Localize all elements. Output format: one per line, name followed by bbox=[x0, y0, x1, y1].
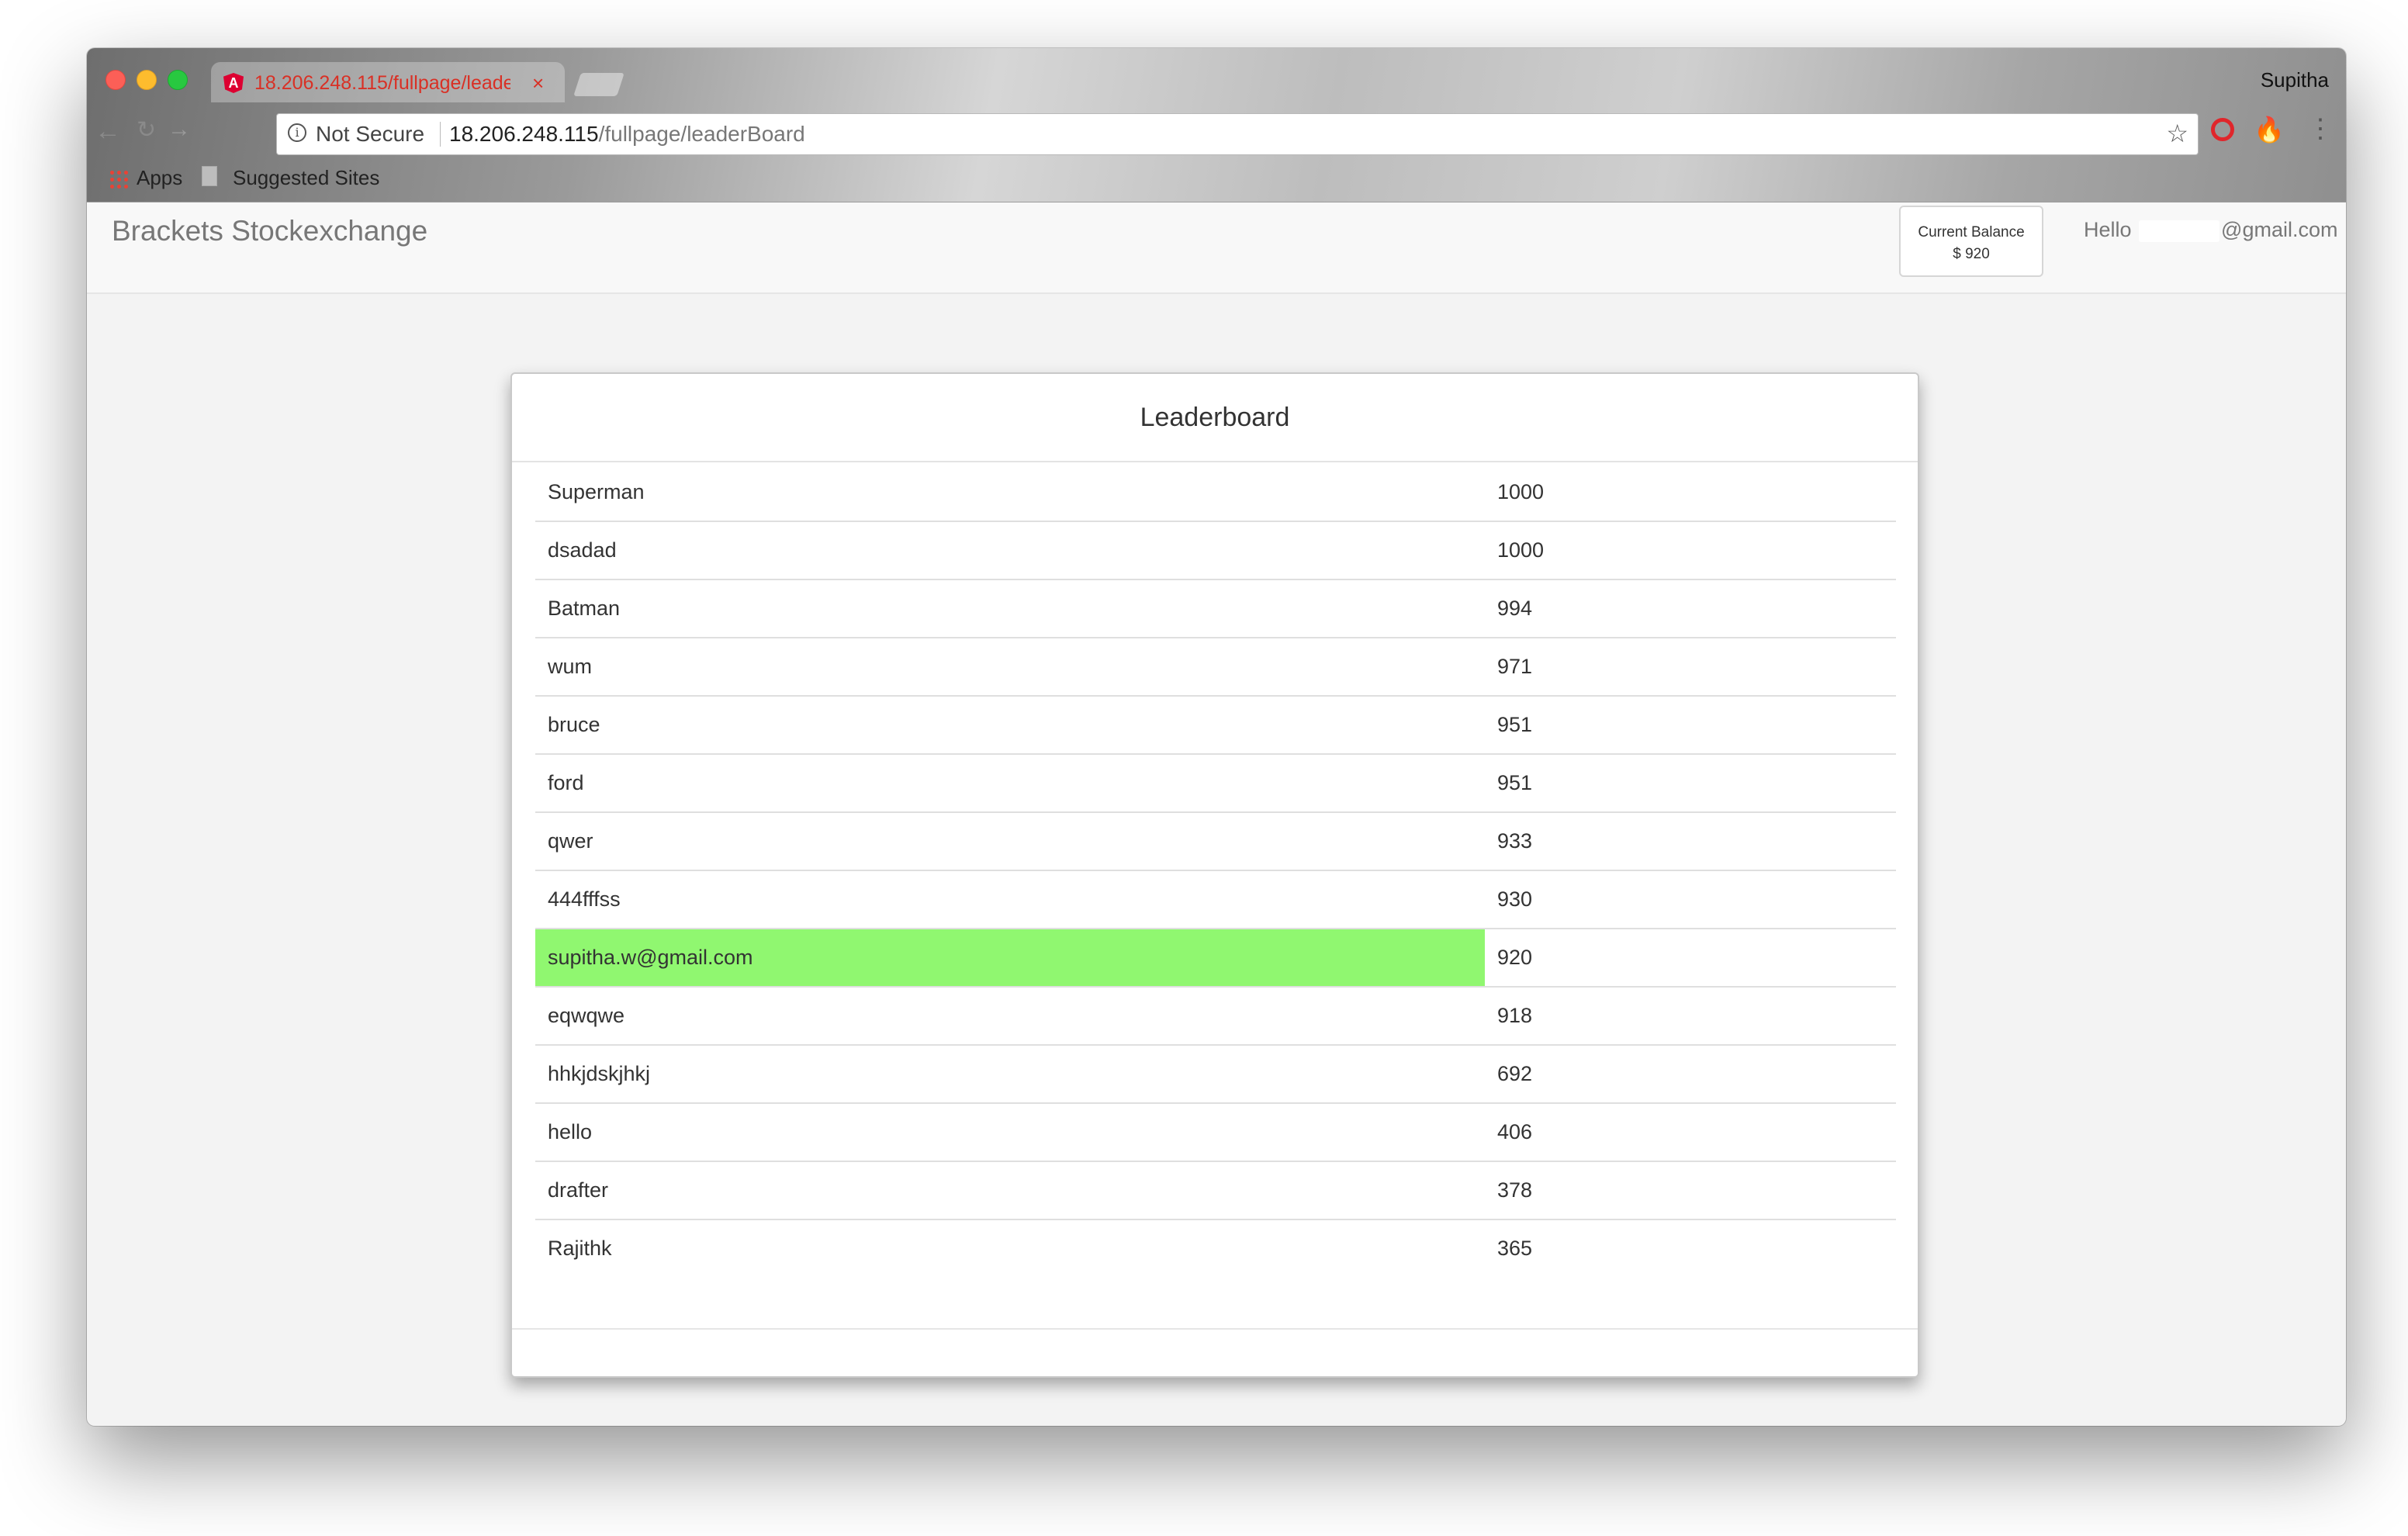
address-bar[interactable]: i Not Secure 18.206.248.115/fullpage/lea… bbox=[276, 113, 2199, 155]
table-row: 444fffss 930 bbox=[535, 871, 1896, 929]
kebab-menu-icon[interactable]: ⋮ bbox=[2307, 113, 2334, 144]
player-name: 444fffss bbox=[548, 887, 621, 911]
table-row: bruce 951 bbox=[535, 697, 1896, 755]
player-name: Rajithk bbox=[548, 1237, 612, 1260]
tab-title: 18.206.248.115/fullpage/leade bbox=[254, 72, 510, 94]
page-icon bbox=[202, 166, 217, 186]
player-name: supitha.w@gmail.com bbox=[535, 929, 1485, 986]
table-row: Rajithk 365 bbox=[535, 1220, 1896, 1277]
player-score: 918 bbox=[1497, 1004, 1533, 1027]
bookmark-apps[interactable]: Apps bbox=[137, 166, 182, 190]
leaderboard-card: Leaderboard Superman 1000 dsadad 1000 Batm… bbox=[510, 372, 1919, 1378]
player-score: 920 bbox=[1497, 946, 1533, 969]
minimize-window-button[interactable] bbox=[137, 70, 157, 90]
url-path: /fullpage/leaderBoard bbox=[598, 122, 805, 146]
table-row: hello 406 bbox=[535, 1104, 1896, 1162]
player-score: 692 bbox=[1497, 1062, 1533, 1085]
table-row: hhkjdskjhkj 692 bbox=[535, 1046, 1896, 1104]
app-navbar: Brackets Stockexchange Current Balance $… bbox=[87, 202, 2346, 294]
player-score: 365 bbox=[1497, 1237, 1533, 1260]
angular-icon: A bbox=[223, 73, 244, 93]
leaderboard-title: Leaderboard bbox=[512, 374, 1918, 462]
player-score: 1000 bbox=[1497, 538, 1545, 562]
player-score: 951 bbox=[1497, 771, 1533, 794]
player-score: 930 bbox=[1497, 887, 1533, 911]
player-score: 951 bbox=[1497, 713, 1533, 736]
table-row: Superman 1000 bbox=[535, 464, 1896, 522]
brand-title[interactable]: Brackets Stockexchange bbox=[112, 215, 427, 247]
security-label: Not Secure bbox=[316, 122, 425, 146]
player-name: Batman bbox=[548, 597, 621, 620]
player-name: hello bbox=[548, 1120, 593, 1143]
redacted-username bbox=[2139, 220, 2220, 242]
omnibox-divider bbox=[440, 122, 441, 147]
leaderboard-table: Superman 1000 dsadad 1000 Batman 994 wum 971… bbox=[535, 464, 1896, 1277]
back-arrow-icon[interactable]: ← bbox=[95, 116, 121, 147]
player-name: drafter bbox=[548, 1178, 609, 1202]
bookmark-suggested-sites[interactable]: Suggested Sites bbox=[233, 166, 379, 190]
player-name: Superman bbox=[548, 480, 645, 503]
fire-extension-icon[interactable]: 🔥 bbox=[2254, 115, 2285, 144]
hello-prefix: Hello bbox=[2084, 218, 2132, 241]
table-row: dsadad 1000 bbox=[535, 522, 1896, 580]
player-name: qwer bbox=[548, 829, 593, 853]
apps-grid-icon bbox=[109, 169, 129, 189]
table-row: qwer 933 bbox=[535, 813, 1896, 871]
current-balance-box: Current Balance $ 920 bbox=[1899, 206, 2043, 277]
close-window-button[interactable] bbox=[106, 70, 126, 90]
player-score: 1000 bbox=[1497, 480, 1545, 503]
opera-extension-icon[interactable] bbox=[2211, 118, 2234, 141]
table-row: Batman 994 bbox=[535, 580, 1896, 638]
player-score: 406 bbox=[1497, 1120, 1533, 1143]
player-score: 933 bbox=[1497, 829, 1533, 853]
maximize-window-button[interactable] bbox=[168, 70, 188, 90]
player-name: ford bbox=[548, 771, 584, 794]
table-row: eqwqwe 918 bbox=[535, 988, 1896, 1046]
player-name: bruce bbox=[548, 713, 600, 736]
player-name: hhkjdskjhkj bbox=[548, 1062, 651, 1085]
balance-label: Current Balance bbox=[1918, 224, 2025, 240]
player-score: 971 bbox=[1497, 655, 1533, 678]
balance-value: $ 920 bbox=[1953, 246, 1990, 262]
browser-tab[interactable]: A 18.206.248.115/fullpage/leade × bbox=[211, 62, 565, 102]
tab-close-icon[interactable]: × bbox=[532, 71, 544, 95]
user-greeting: Hello @gmail.com bbox=[2084, 218, 2338, 242]
table-row: ford 951 bbox=[535, 755, 1896, 813]
bookmark-star-icon[interactable]: ☆ bbox=[2166, 119, 2188, 148]
player-name: eqwqwe bbox=[548, 1004, 625, 1027]
email-suffix: @gmail.com bbox=[2221, 218, 2338, 241]
url-host: 18.206.248.115 bbox=[449, 122, 599, 146]
reload-icon[interactable]: ↻ bbox=[137, 116, 156, 144]
url-text[interactable]: 18.206.248.115/fullpage/leaderBoard bbox=[449, 122, 805, 147]
player-name: dsadad bbox=[548, 538, 617, 562]
table-row: drafter 378 bbox=[535, 1162, 1896, 1220]
info-icon[interactable]: i bbox=[288, 123, 306, 142]
profile-name[interactable]: Supitha bbox=[2261, 68, 2329, 92]
browser-window: A 18.206.248.115/fullpage/leade × Supith… bbox=[87, 48, 2346, 1426]
table-row-current-user: supitha.w@gmail.com 920 bbox=[535, 929, 1896, 988]
card-footer-divider bbox=[512, 1328, 1918, 1330]
player-score: 994 bbox=[1497, 597, 1533, 620]
player-name: wum bbox=[548, 655, 593, 678]
new-tab-button[interactable] bbox=[573, 73, 624, 96]
table-row: wum 971 bbox=[535, 638, 1896, 697]
forward-arrow-icon[interactable]: → bbox=[168, 116, 191, 143]
player-score: 378 bbox=[1497, 1178, 1533, 1202]
browser-chrome: A 18.206.248.115/fullpage/leade × Supith… bbox=[87, 48, 2346, 202]
